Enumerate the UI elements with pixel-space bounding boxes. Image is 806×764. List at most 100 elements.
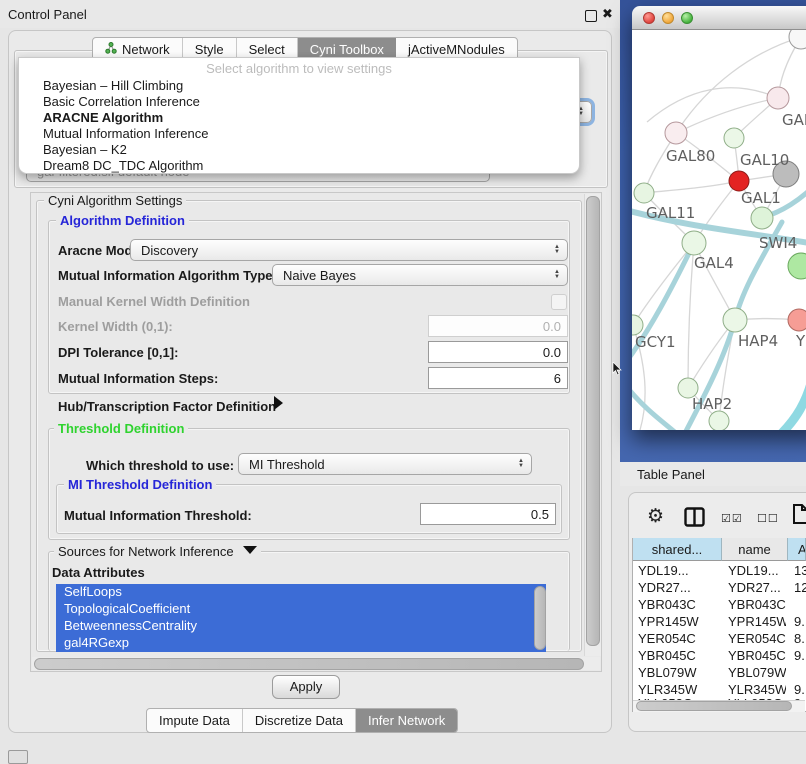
split-columns-icon[interactable] xyxy=(684,507,705,527)
network-node-gal10[interactable] xyxy=(724,128,744,148)
table-row[interactable]: YDR27... xyxy=(638,580,718,595)
algorithm-option[interactable]: Bayesian – K2 xyxy=(25,142,573,158)
which-threshold-label: Which threshold to use: xyxy=(86,458,234,473)
network-node-bottom[interactable] xyxy=(709,411,729,430)
apply-button[interactable]: Apply xyxy=(272,675,340,699)
tab-discretize-data-label: Discretize Data xyxy=(255,713,343,728)
deselect-all-checks-icon[interactable]: ☐☐ xyxy=(757,512,779,525)
table-cell[interactable]: YER054C xyxy=(728,631,786,646)
column-header-shared[interactable]: shared... xyxy=(633,538,722,561)
network-node[interactable] xyxy=(789,30,806,49)
network-node-y[interactable] xyxy=(788,309,806,331)
table-cell[interactable]: YLR345W xyxy=(728,682,786,697)
table-cell[interactable]: YDL19... xyxy=(728,563,786,578)
table-cell[interactable]: 9. xyxy=(794,648,806,663)
network-node-hap4[interactable] xyxy=(723,308,747,332)
network-node-swi4[interactable] xyxy=(751,207,773,229)
table-cell[interactable]: YBR045C xyxy=(728,648,786,663)
table-cell[interactable]: YDR27... xyxy=(728,580,786,595)
dpi-tolerance-field[interactable]: 0.0 xyxy=(428,341,568,363)
list-item[interactable]: TopologicalCoefficient xyxy=(56,601,546,618)
aracne-mode-combo[interactable]: Discovery ▲▼ xyxy=(130,239,568,261)
list-item[interactable]: gal4RGexp xyxy=(56,635,546,652)
select-all-checks-icon[interactable]: ☑☑ xyxy=(721,512,743,525)
table-cell[interactable]: 12 xyxy=(794,580,806,595)
threshold-definition-title: Threshold Definition xyxy=(54,421,188,436)
table-cell[interactable]: 8. xyxy=(794,631,806,646)
network-node-gal4[interactable] xyxy=(682,231,706,255)
network-node-green[interactable] xyxy=(788,253,806,279)
list-item[interactable]: SelfLoops xyxy=(56,584,546,601)
table-cell[interactable]: YBR043C xyxy=(728,597,786,612)
which-threshold-combo[interactable]: MI Threshold ▲▼ xyxy=(238,453,532,475)
tab-network-label: Network xyxy=(122,42,170,57)
close-traffic-icon[interactable] xyxy=(643,12,655,24)
table-cell[interactable]: 13 xyxy=(794,563,806,578)
network-icon xyxy=(105,42,117,57)
tab-jactivemnodules-label: jActiveMNodules xyxy=(408,42,505,57)
file-icon[interactable] xyxy=(792,503,806,525)
close-icon[interactable]: ✖ xyxy=(602,6,613,22)
column-header-name[interactable]: name xyxy=(722,538,788,561)
algorithm-option[interactable]: Bayesian – Hill Climbing xyxy=(25,78,573,94)
manual-kernel-checkbox[interactable] xyxy=(551,294,567,310)
table-row[interactable]: YBR043C xyxy=(638,597,718,612)
table-row[interactable]: YPR145W xyxy=(638,614,718,629)
float-icon[interactable] xyxy=(585,10,597,22)
network-node-gal11[interactable] xyxy=(634,183,654,203)
gear-icon[interactable]: ⚙ xyxy=(647,505,664,528)
tab-impute-data-label: Impute Data xyxy=(159,713,230,728)
data-attributes-label: Data Attributes xyxy=(52,565,145,580)
network-canvas[interactable]: GAL GAL80 GAL10 GAL1 GAL11 SWI4 GAL4 GCY… xyxy=(632,30,806,430)
algorithm-option[interactable]: Basic Correlation Inference xyxy=(25,94,573,110)
table-row[interactable]: YER054C xyxy=(638,631,718,646)
network-node-gcy1[interactable] xyxy=(632,315,643,335)
table-row[interactable]: YDL19... xyxy=(638,563,718,578)
mi-threshold-field[interactable]: 0.5 xyxy=(420,503,556,525)
svg-text:GAL: GAL xyxy=(782,111,806,129)
table-row[interactable]: YBR045C xyxy=(638,648,718,663)
tab-infer-network[interactable]: Infer Network xyxy=(356,709,457,732)
combo-arrows-icon: ▲▼ xyxy=(513,459,531,469)
network-edge-accent xyxy=(780,380,806,430)
vertical-scrollbar-thumb[interactable] xyxy=(586,196,600,646)
sources-title-label: Sources for Network Inference xyxy=(58,544,234,559)
table-cell[interactable]: YPR145W xyxy=(728,614,786,629)
mi-steps-label: Mutual Information Steps: xyxy=(58,371,218,386)
kernel-width-label: Kernel Width (0,1): xyxy=(58,319,173,334)
table-cell[interactable]: YBL079W xyxy=(728,665,786,680)
network-window-titlebar[interactable] xyxy=(632,6,806,30)
combo-arrows-icon: ▲▼ xyxy=(549,270,567,280)
kernel-width-field[interactable]: 0.0 xyxy=(428,315,568,337)
tab-select-label: Select xyxy=(249,42,285,57)
network-node-gal80[interactable] xyxy=(665,122,687,144)
algorithm-option[interactable]: Dream8 DC_TDC Algorithm xyxy=(25,158,573,174)
data-attributes-list[interactable]: SelfLoops TopologicalCoefficient Between… xyxy=(56,584,546,652)
network-node-gal1[interactable] xyxy=(729,171,749,191)
table-row[interactable]: YLR345W xyxy=(638,682,718,697)
network-node-gal[interactable] xyxy=(767,87,789,109)
list-scrollbar[interactable] xyxy=(534,586,546,650)
table-cell[interactable]: 9. xyxy=(794,682,806,697)
tab-discretize-data[interactable]: Discretize Data xyxy=(243,709,356,732)
sources-title[interactable]: Sources for Network Inference xyxy=(54,544,261,559)
mi-steps-field[interactable]: 6 xyxy=(428,367,568,389)
collapse-down-icon xyxy=(243,546,257,554)
tab-cyni-toolbox-label: Cyni Toolbox xyxy=(310,42,384,57)
table-cell[interactable]: 9. xyxy=(794,614,806,629)
mi-type-combo[interactable]: Naive Bayes ▲▼ xyxy=(272,264,568,286)
tab-impute-data[interactable]: Impute Data xyxy=(147,709,243,732)
table-hscrollbar-thumb[interactable] xyxy=(636,701,792,711)
algorithm-dropdown-popup: Select algorithm to view settings Bayesi… xyxy=(18,57,580,174)
horizontal-scrollbar-thumb[interactable] xyxy=(34,658,584,670)
table-row[interactable]: YBL079W xyxy=(638,665,718,680)
hub-definition-label[interactable]: Hub/Transcription Factor Definition xyxy=(58,399,276,414)
algorithm-option[interactable]: Mutual Information Inference xyxy=(25,126,573,142)
algorithm-option-selected[interactable]: ARACNE Algorithm xyxy=(25,110,573,126)
column-header-col3[interactable]: A xyxy=(788,538,806,561)
which-threshold-value: MI Threshold xyxy=(239,457,513,472)
zoom-traffic-icon[interactable] xyxy=(681,12,693,24)
expand-right-icon[interactable] xyxy=(274,396,283,410)
list-item[interactable]: BetweennessCentrality xyxy=(56,618,546,635)
minimize-traffic-icon[interactable] xyxy=(662,12,674,24)
